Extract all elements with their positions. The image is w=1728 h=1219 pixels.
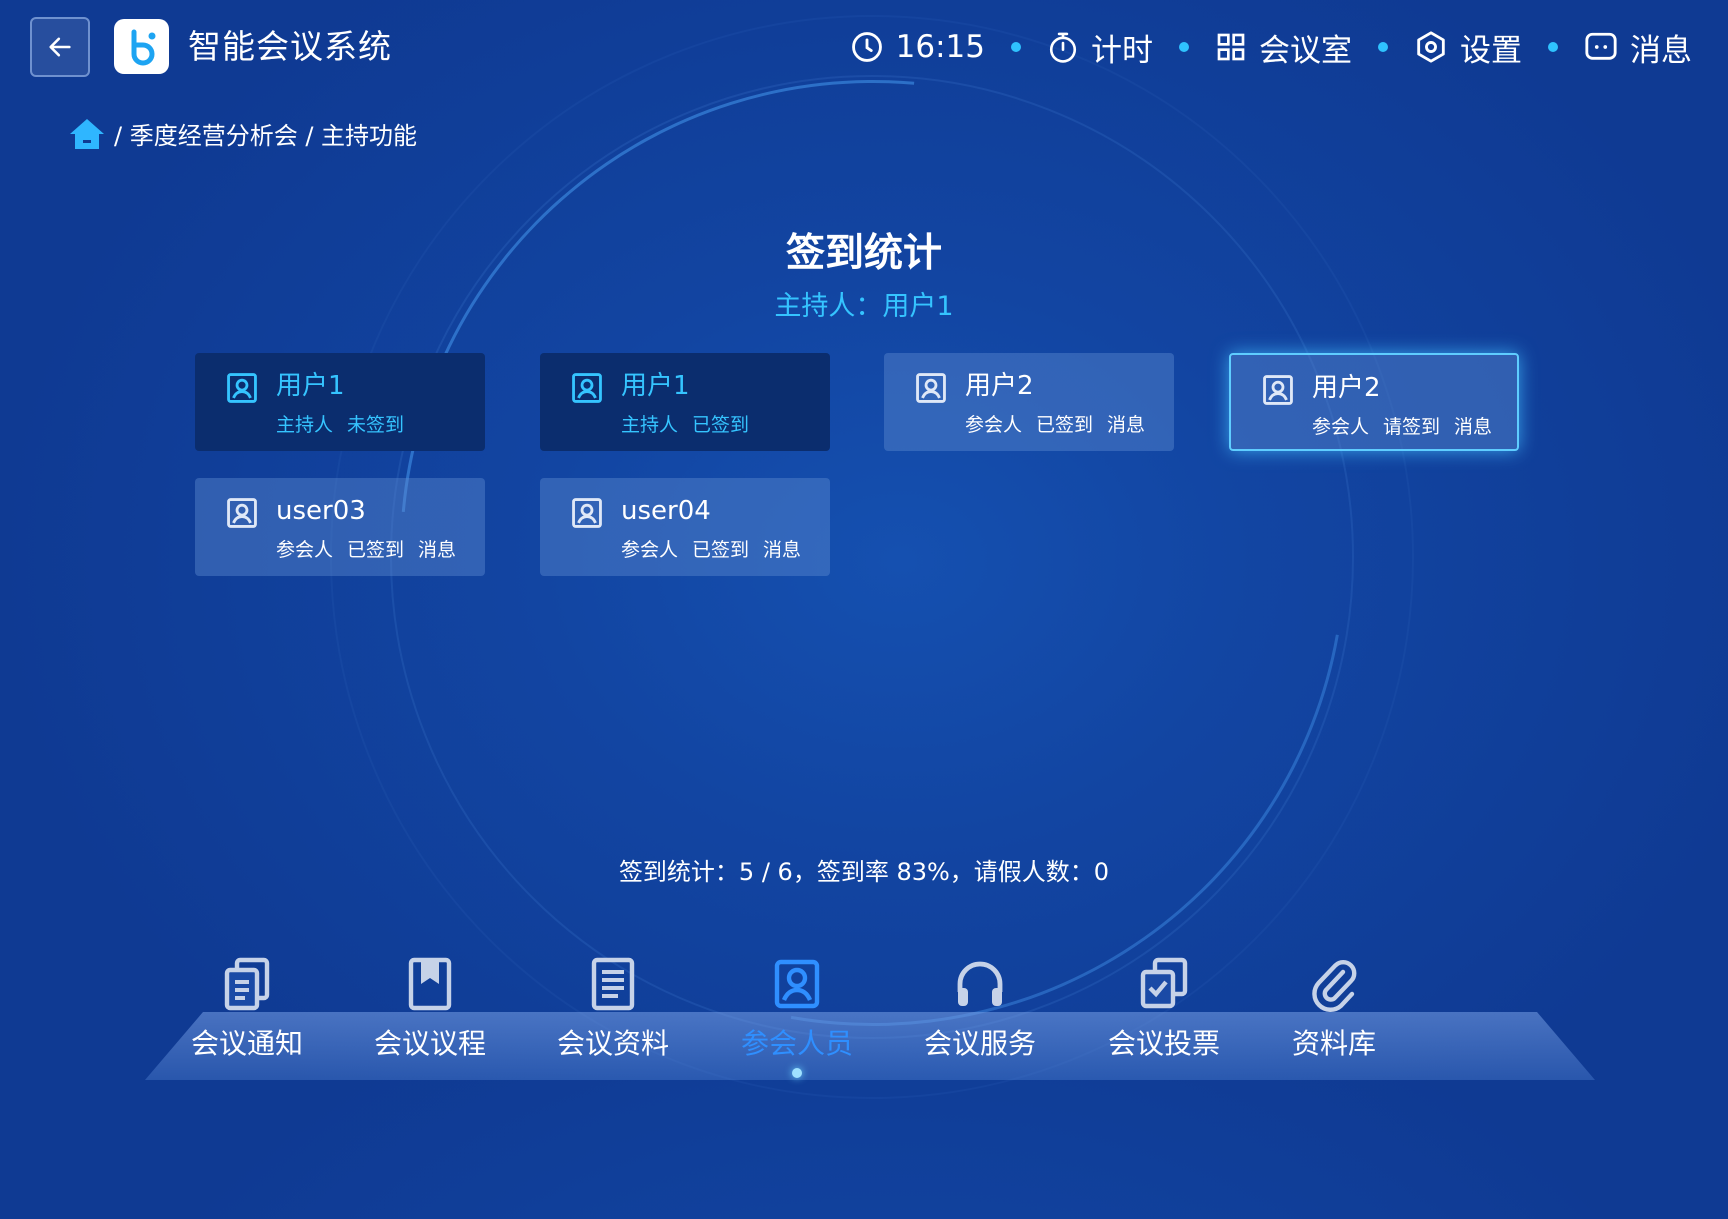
- attendee-name: 用户2: [965, 371, 1034, 401]
- bottom-tab-label: 参会人员: [740, 1027, 853, 1060]
- bottom-tab[interactable]: 会议议程: [350, 948, 510, 1062]
- nav-settings[interactable]: 设置: [1414, 25, 1522, 70]
- grid-icon: [1217, 33, 1245, 61]
- bottom-tab-label: 资料库: [1291, 1027, 1376, 1060]
- message-icon: [1585, 32, 1617, 60]
- attendee-info: 主持人 未签到: [276, 411, 418, 439]
- arrow-left-icon: [49, 37, 71, 57]
- nav-settings-label: 设置: [1460, 32, 1522, 69]
- vote-check-icon: [1084, 948, 1244, 1012]
- bottom-tab-label: 会议服务: [923, 1027, 1036, 1060]
- user-badge-icon: [572, 373, 602, 403]
- attendee-card[interactable]: 用户1 主持人 已签到: [540, 353, 830, 451]
- attendee-status: 已签到: [347, 539, 405, 561]
- document-icon: [533, 948, 693, 1012]
- bottom-tab[interactable]: 会议服务: [900, 948, 1060, 1062]
- app-logo: [114, 19, 169, 74]
- nav-messages-label: 消息: [1630, 32, 1692, 69]
- bottom-tab-label: 会议通知: [190, 1027, 303, 1060]
- attendee-role: 主持人: [276, 414, 334, 436]
- page-title: 签到统计: [785, 231, 942, 276]
- user-badge-icon: [572, 498, 602, 528]
- attendee-role: 参会人: [965, 414, 1023, 436]
- bottom-tab[interactable]: 会议资料: [533, 948, 693, 1062]
- bottom-tab-bar: 会议通知 会议议程 会议资料 参会人员 会议服务 会议投票 资料库: [0, 948, 1728, 1080]
- nav-timer-label: 计时: [1091, 32, 1153, 69]
- breadcrumb: / 季度经营分析会 / 主持功能: [68, 116, 417, 151]
- logo-icon: [131, 29, 155, 65]
- attendee-info: 参会人 已签到 消息: [276, 536, 470, 564]
- attendee-card[interactable]: 用户2 参会人 已签到 消息: [884, 353, 1174, 451]
- attendee-info: 参会人 已签到 消息: [965, 411, 1159, 439]
- user-badge-icon: [227, 498, 257, 528]
- user-badge-icon: [1263, 375, 1293, 405]
- clock-display: 16:15: [850, 29, 985, 65]
- stopwatch-icon: [1049, 32, 1077, 63]
- bottom-tab[interactable]: 参会人员: [717, 948, 877, 1078]
- attendee-info: 参会人 已签到 消息: [621, 536, 815, 564]
- attendee-card[interactable]: user03 参会人 已签到 消息: [195, 478, 485, 576]
- host-line: 主持人：用户1: [774, 291, 954, 322]
- home-icon[interactable]: [68, 117, 106, 151]
- hexagon-settings-icon: [1417, 31, 1445, 63]
- nav-meeting-room[interactable]: 会议室: [1215, 25, 1352, 70]
- user-badge-icon: [717, 948, 877, 1012]
- bottom-tab[interactable]: 会议投票: [1084, 948, 1244, 1062]
- attendee-message-link[interactable]: 消息: [1454, 416, 1492, 438]
- attendee-role: 主持人: [621, 414, 679, 436]
- breadcrumb-path[interactable]: / 季度经营分析会 / 主持功能: [114, 116, 417, 151]
- separator-dot: [1548, 42, 1558, 52]
- attendee-status: 已签到: [692, 539, 750, 561]
- active-tab-indicator: [792, 1068, 802, 1078]
- nav-messages[interactable]: 消息: [1584, 25, 1692, 70]
- bottom-tab-label: 会议议程: [373, 1027, 486, 1060]
- checkin-stats: 签到统计：5 / 6，签到率 83%，请假人数：0: [618, 858, 1110, 886]
- back-button[interactable]: [30, 17, 90, 77]
- separator-dot: [1011, 42, 1021, 52]
- headset-icon: [900, 948, 1060, 1012]
- attendee-name: 用户1: [621, 371, 690, 401]
- attendee-status: 已签到: [692, 414, 750, 436]
- bottom-tab[interactable]: 会议通知: [167, 948, 327, 1062]
- attendee-role: 参会人: [276, 539, 334, 561]
- attendee-info: 参会人 请签到 消息: [1312, 413, 1506, 441]
- attendee-message-link[interactable]: 消息: [1107, 414, 1145, 436]
- top-navigation: 16:15 计时 会议室 设置 消息: [850, 22, 1692, 72]
- attendee-card[interactable]: user04 参会人 已签到 消息: [540, 478, 830, 576]
- attendee-card[interactable]: 用户2 参会人 请签到 消息: [1229, 353, 1519, 451]
- bookmark-book-icon: [350, 948, 510, 1012]
- bottom-tab-label: 会议投票: [1107, 1027, 1220, 1060]
- attendee-name: 用户1: [276, 371, 345, 401]
- attendee-status: 请签到: [1383, 416, 1441, 438]
- bottom-tab-label: 会议资料: [556, 1027, 669, 1060]
- notice-docs-icon: [167, 948, 327, 1012]
- attendee-role: 参会人: [621, 539, 679, 561]
- separator-dot: [1179, 42, 1189, 52]
- attendee-info: 主持人 已签到: [621, 411, 763, 439]
- attendee-name: 用户2: [1312, 373, 1381, 403]
- nav-timer[interactable]: 计时: [1047, 25, 1153, 70]
- clock-icon: [851, 32, 882, 62]
- nav-meeting-room-label: 会议室: [1259, 32, 1352, 69]
- bottom-tab[interactable]: 资料库: [1254, 948, 1414, 1062]
- attendee-name: user03: [276, 496, 366, 526]
- attendee-card[interactable]: 用户1 主持人 未签到: [195, 353, 485, 451]
- user-badge-icon: [916, 373, 946, 403]
- app-title: 智能会议系统: [188, 27, 392, 66]
- attendee-message-link[interactable]: 消息: [418, 539, 456, 561]
- attendee-name: user04: [621, 496, 711, 526]
- separator-dot: [1378, 42, 1388, 52]
- attendee-role: 参会人: [1312, 416, 1370, 438]
- attendee-status: 未签到: [347, 414, 405, 436]
- user-badge-icon: [227, 373, 257, 403]
- attendee-status: 已签到: [1036, 414, 1094, 436]
- attendee-message-link[interactable]: 消息: [763, 539, 801, 561]
- paperclip-icon: [1254, 948, 1414, 1012]
- clock-time: 16:15: [895, 29, 985, 65]
